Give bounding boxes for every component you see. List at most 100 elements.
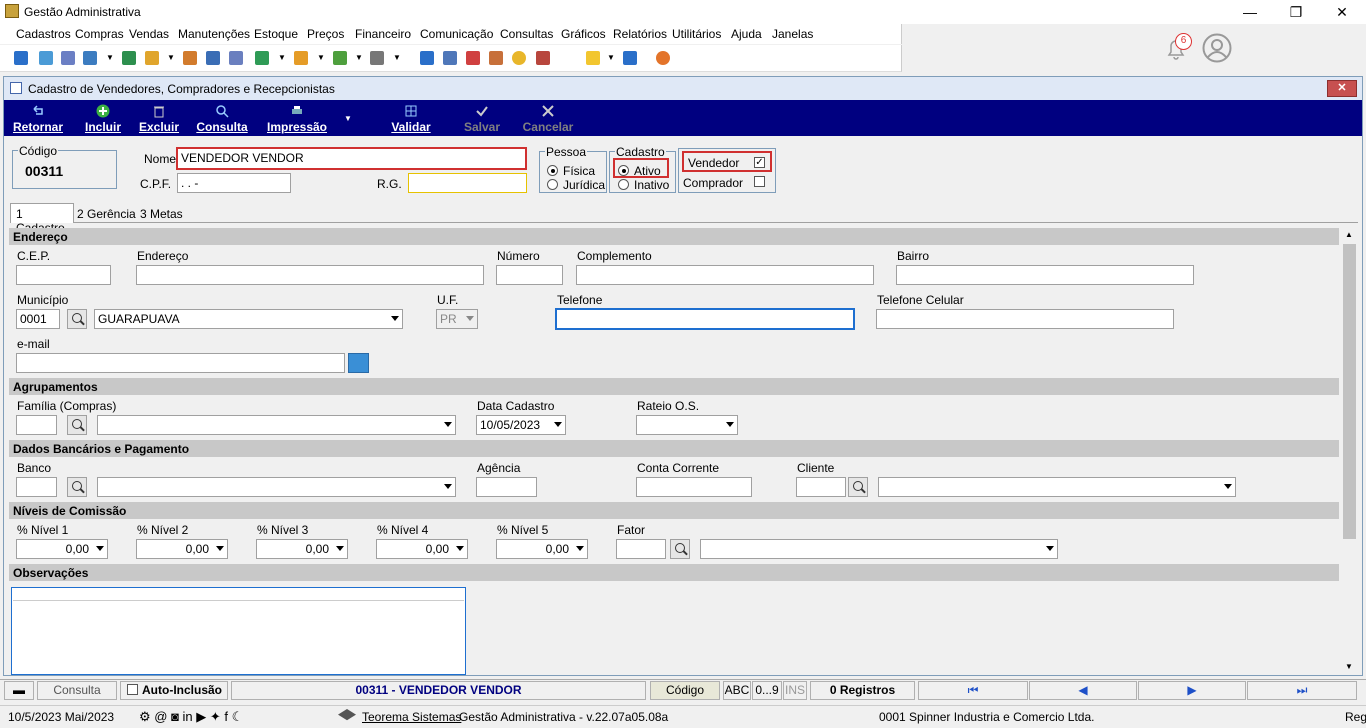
banco-select[interactable]: [97, 477, 456, 497]
data-cadastro-input[interactable]: 10/05/2023: [476, 415, 566, 435]
menu-precos[interactable]: Preços: [307, 27, 344, 41]
calculator-icon[interactable]: [443, 51, 457, 65]
maximize-button[interactable]: ❐: [1286, 2, 1306, 22]
cliente-search-icon[interactable]: [848, 477, 868, 497]
cep-input[interactable]: [16, 265, 111, 285]
rateio-select[interactable]: [636, 415, 738, 435]
dropdown-arrow-icon[interactable]: ▼: [355, 53, 363, 62]
social-icons[interactable]: ⚙ @ ◙ in ▶ ✦ f ☾: [139, 709, 243, 725]
list-icon[interactable]: [83, 51, 97, 65]
menu-ajuda[interactable]: Ajuda: [731, 27, 762, 41]
familia-select[interactable]: [97, 415, 456, 435]
next-record-icon[interactable]: ▶: [1138, 681, 1246, 700]
close-window-button[interactable]: ✕: [1332, 2, 1352, 22]
familia-code-input[interactable]: [16, 415, 57, 435]
municipio-select[interactable]: GUARAPUAVA: [94, 309, 403, 329]
users-icon[interactable]: [39, 51, 53, 65]
cliente-select[interactable]: [878, 477, 1236, 497]
menu-comunicacao[interactable]: Comunicação: [420, 27, 493, 41]
form-close-button[interactable]: ✕: [1327, 80, 1357, 97]
chart-icon[interactable]: [489, 51, 503, 65]
folder-icon[interactable]: [145, 51, 159, 65]
nivel3-input[interactable]: 0,00: [256, 539, 348, 559]
agencia-input[interactable]: [476, 477, 537, 497]
nome-input[interactable]: VENDEDOR VENDOR: [176, 147, 527, 170]
dropdown-arrow-icon[interactable]: ▼: [317, 53, 325, 62]
status-codigo[interactable]: Código: [650, 681, 720, 700]
scroll-up-icon[interactable]: ▲: [1345, 230, 1353, 239]
familia-search-icon[interactable]: [67, 415, 87, 435]
power-icon[interactable]: [656, 51, 670, 65]
banco-code-input[interactable]: [16, 477, 57, 497]
consulta-button[interactable]: Consulta: [194, 100, 250, 136]
email-input[interactable]: [16, 353, 345, 373]
impressao-dropdown[interactable]: ▼: [342, 100, 354, 136]
fisica-radio[interactable]: [547, 165, 558, 176]
telefone-input[interactable]: [555, 308, 855, 330]
star-icon[interactable]: [586, 51, 600, 65]
municipio-code-input[interactable]: 0001: [16, 309, 60, 329]
nivel4-input[interactable]: 0,00: [376, 539, 468, 559]
salvar-button[interactable]: Salvar: [460, 100, 504, 136]
impressao-button[interactable]: Impressão: [264, 100, 330, 136]
money-icon[interactable]: [333, 51, 347, 65]
menu-manutencoes[interactable]: Manutenções: [178, 27, 250, 41]
validar-button[interactable]: Validar: [388, 100, 434, 136]
comprador-checkbox[interactable]: [754, 176, 765, 187]
calendar-icon[interactable]: [122, 51, 136, 65]
bairro-input[interactable]: [896, 265, 1194, 285]
scrollbar-thumb[interactable]: [1343, 244, 1356, 539]
calendar30-icon[interactable]: [466, 51, 480, 65]
clock-icon[interactable]: [512, 51, 526, 65]
cart-icon[interactable]: [255, 51, 269, 65]
municipio-search-icon[interactable]: [67, 309, 87, 329]
dropdown-arrow-icon[interactable]: ▼: [167, 53, 175, 62]
dropdown-arrow-icon[interactable]: ▼: [106, 53, 114, 62]
auto-inclusao-checkbox[interactable]: [127, 684, 138, 695]
dropdown-arrow-icon[interactable]: ▼: [607, 53, 615, 62]
excluir-button[interactable]: Excluir: [137, 100, 181, 136]
conta-input[interactable]: [636, 477, 752, 497]
keyboard-icon[interactable]: ▬: [4, 681, 34, 700]
fator-search-icon[interactable]: [670, 539, 690, 559]
cancelar-button[interactable]: Cancelar: [520, 100, 576, 136]
cpf-input[interactable]: . . -: [177, 173, 291, 193]
banco-search-icon[interactable]: [67, 477, 87, 497]
tab-gerencia[interactable]: 2 Gerência: [77, 207, 136, 221]
menu-relatorios[interactable]: Relatórios: [613, 27, 667, 41]
dropdown-arrow-icon[interactable]: ▼: [278, 53, 286, 62]
card-icon[interactable]: [61, 51, 75, 65]
retornar-button[interactable]: Retornar: [10, 100, 66, 136]
cadastros-icon[interactable]: [14, 51, 28, 65]
id-card-icon[interactable]: [229, 51, 243, 65]
nivel1-input[interactable]: 0,00: [16, 539, 108, 559]
complemento-input[interactable]: [576, 265, 874, 285]
auto-inclusao-toggle[interactable]: Auto-Inclusão: [120, 681, 228, 700]
ativo-radio[interactable]: [618, 165, 629, 176]
box-icon[interactable]: [294, 51, 308, 65]
email-send-icon[interactable]: [348, 353, 369, 373]
menu-graficos[interactable]: Gráficos: [561, 27, 606, 41]
scroll-down-icon[interactable]: ▼: [1345, 662, 1353, 671]
nivel2-input[interactable]: 0,00: [136, 539, 228, 559]
status-consulta[interactable]: Consulta: [37, 681, 117, 700]
bank-icon[interactable]: [206, 51, 220, 65]
fator-select[interactable]: [700, 539, 1058, 559]
menu-financeiro[interactable]: Financeiro: [355, 27, 411, 41]
uf-select[interactable]: PR: [436, 309, 478, 329]
vendedor-checkbox[interactable]: ✓: [754, 157, 765, 168]
menu-cadastros[interactable]: Cadastros: [16, 27, 71, 41]
tab-metas[interactable]: 3 Metas: [140, 207, 183, 221]
dropdown-arrow-icon[interactable]: ▼: [393, 53, 401, 62]
nivel5-input[interactable]: 0,00: [496, 539, 588, 559]
info-icon[interactable]: [623, 51, 637, 65]
notification-badge[interactable]: 6: [1175, 33, 1192, 50]
cliente-code-input[interactable]: [796, 477, 846, 497]
menu-vendas[interactable]: Vendas: [129, 27, 169, 41]
menu-janelas[interactable]: Janelas: [772, 27, 813, 41]
menu-consultas[interactable]: Consultas: [500, 27, 553, 41]
first-record-icon[interactable]: ⏮: [918, 681, 1028, 700]
prev-record-icon[interactable]: ◀: [1029, 681, 1137, 700]
incluir-button[interactable]: Incluir: [80, 100, 126, 136]
report-icon[interactable]: [420, 51, 434, 65]
